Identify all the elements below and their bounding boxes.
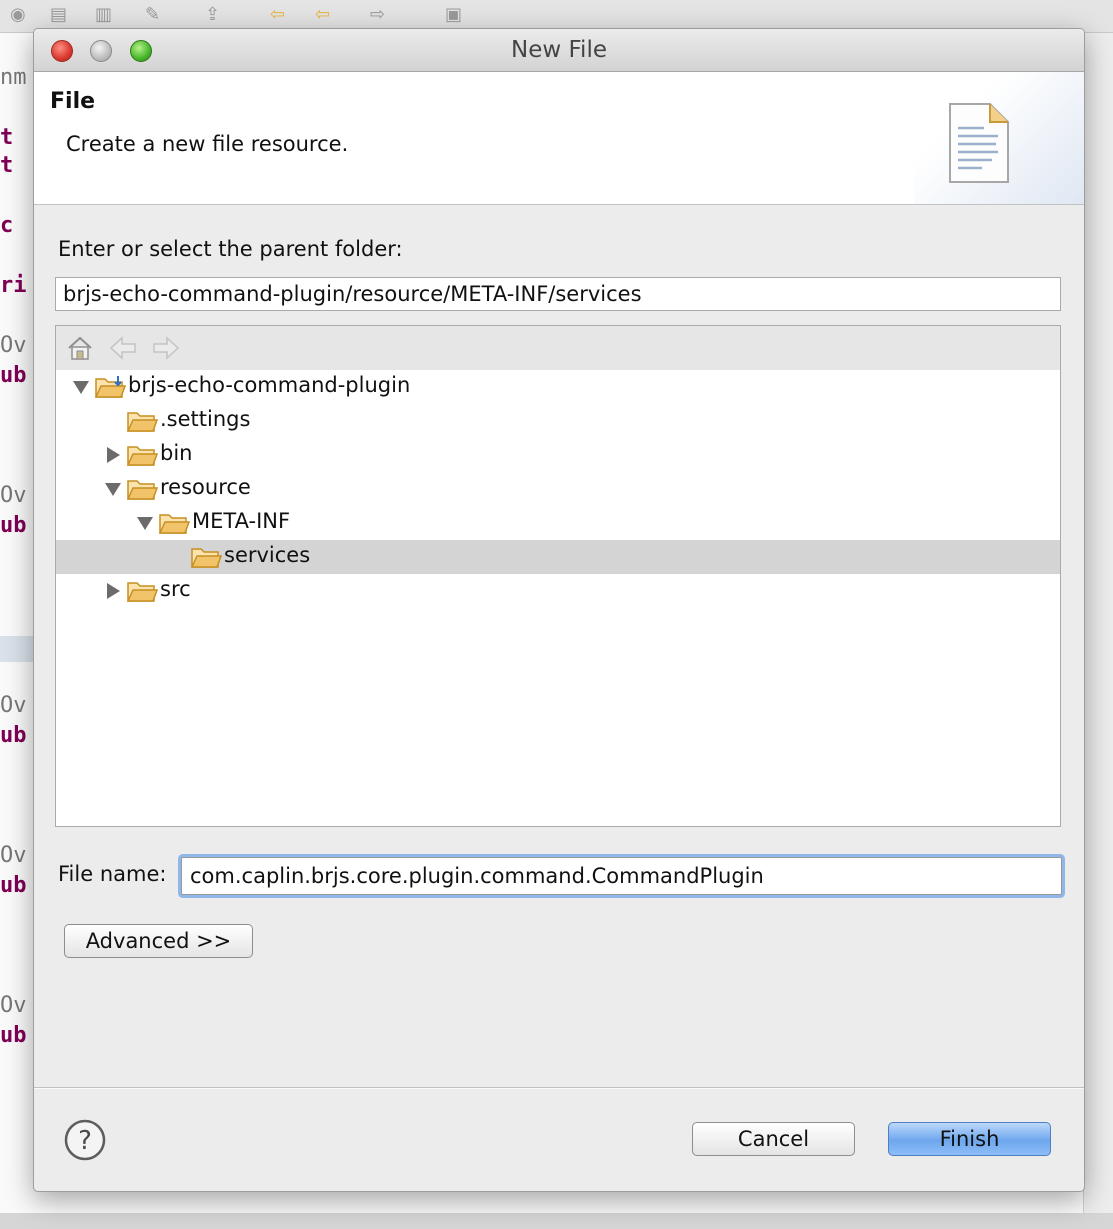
tree-item[interactable]: .settings <box>56 404 1060 438</box>
tree-item-label: src <box>160 577 191 601</box>
back-arrow-icon[interactable] <box>108 334 138 362</box>
page-title: File <box>50 89 96 114</box>
tree-item-label: resource <box>160 475 251 499</box>
code-fragment: c <box>0 213 14 238</box>
svg-text:?: ? <box>78 1126 92 1156</box>
toolbar-icon: ⇨ <box>370 4 386 25</box>
dialog-title: New File <box>511 37 607 63</box>
toolbar-icon: ⇦ <box>315 4 331 25</box>
collapsed-arrow-icon[interactable] <box>104 582 122 600</box>
parent-folder-label: Enter or select the parent folder: <box>58 237 403 261</box>
folder-icon <box>126 412 158 432</box>
tree-item-label: .settings <box>160 407 251 431</box>
new-file-dialog: New File File Create a new file resource… <box>33 28 1085 1192</box>
expanded-arrow-icon[interactable] <box>72 378 90 396</box>
code-fragment: ub <box>0 513 27 538</box>
code-fragment: t <box>0 125 14 150</box>
folder-tree[interactable]: brjs-echo-command-plugin .settings bin reso… <box>55 325 1061 827</box>
toolbar-icon: ⇪ <box>205 4 221 25</box>
code-fragment: ri <box>0 273 27 298</box>
tree-item-label: brjs-echo-command-plugin <box>128 373 411 397</box>
folder-icon <box>126 480 158 500</box>
parent-folder-input[interactable] <box>55 277 1061 311</box>
toolbar-icon: ✎ <box>145 4 161 25</box>
toolbar-icon: ▤ <box>50 4 68 25</box>
dialog-titlebar[interactable]: New File <box>34 29 1084 72</box>
toolbar-icon: ⇦ <box>270 4 286 25</box>
folder-icon <box>126 446 158 466</box>
code-fragment: Ov <box>0 483 27 508</box>
forward-arrow-icon[interactable] <box>151 334 181 362</box>
code-fragment: Ov <box>0 333 27 358</box>
tree-toolbar <box>56 326 1060 370</box>
expanded-arrow-icon[interactable] <box>136 514 154 532</box>
tree-item[interactable]: META-INF <box>56 506 1060 540</box>
code-fragment: nm <box>0 65 27 90</box>
tree-item[interactable]: src <box>56 574 1060 608</box>
folder-icon <box>126 582 158 602</box>
button-bar-separator <box>34 1087 1084 1089</box>
tree-item-label: services <box>224 543 311 567</box>
tree-item[interactable]: brjs-echo-command-plugin <box>56 370 1060 404</box>
code-fragment: Ov <box>0 993 27 1018</box>
expanded-arrow-icon[interactable] <box>104 480 122 498</box>
background-status-area <box>0 1213 1113 1229</box>
code-fragment: ub <box>0 363 27 388</box>
project-folder-icon <box>94 376 126 398</box>
cancel-button[interactable]: Cancel <box>692 1122 855 1156</box>
folder-icon <box>158 514 190 534</box>
finish-button[interactable]: Finish <box>888 1122 1051 1156</box>
tree-item[interactable]: services <box>56 540 1060 574</box>
toolbar-icon: ▣ <box>445 4 463 25</box>
home-icon[interactable] <box>66 334 94 362</box>
page-description: Create a new file resource. <box>66 132 349 156</box>
code-fragment: ub <box>0 723 27 748</box>
code-fragment: Ov <box>0 693 27 718</box>
code-fragment: Ov <box>0 843 27 868</box>
toolbar-icon: ▥ <box>95 4 113 25</box>
help-icon[interactable]: ? <box>64 1119 106 1161</box>
folder-icon <box>190 548 222 568</box>
advanced-button[interactable]: Advanced >> <box>64 924 253 958</box>
file-name-label: File name: <box>58 862 167 886</box>
code-fragment: ub <box>0 1023 27 1048</box>
tree-item[interactable]: resource <box>56 472 1060 506</box>
background-right-panel <box>1083 33 1113 1213</box>
toolbar-icon: ◉ <box>10 4 26 25</box>
file-name-input[interactable] <box>181 857 1062 895</box>
wizard-header: File Create a new file resource. <box>34 72 1084 205</box>
tree-item-label: META-INF <box>192 509 291 533</box>
tree-item[interactable]: bin <box>56 438 1060 472</box>
code-fragment: t <box>0 153 14 178</box>
tree-item-label: bin <box>160 441 193 465</box>
new-file-icon <box>949 103 1009 183</box>
collapsed-arrow-icon[interactable] <box>104 446 122 464</box>
code-fragment: ub <box>0 873 27 898</box>
